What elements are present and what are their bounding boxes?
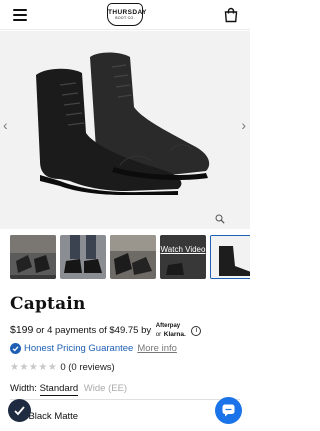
logo-text: THURSDAY — [108, 9, 147, 16]
rating-value: 0 — [60, 362, 66, 373]
klarna-logo: Klarna. — [163, 331, 186, 338]
guarantee-text: Honest Pricing Guarantee — [24, 343, 134, 354]
checkmark-badge-icon — [10, 343, 21, 354]
or-text: or — [155, 332, 162, 338]
chevron-right-icon[interactable]: › — [241, 117, 246, 133]
reviews-row[interactable]: ★★★★★ 0 (0 reviews) — [10, 362, 115, 373]
brand-logo[interactable]: THURSDAY BOOT CO. — [107, 3, 147, 26]
site-header: THURSDAY BOOT CO. — [0, 0, 250, 30]
shopping-bag-icon[interactable] — [223, 7, 239, 23]
magnifier-icon[interactable] — [215, 214, 225, 224]
checkmark-icon — [14, 406, 25, 416]
thumbnail-2[interactable] — [60, 235, 106, 279]
width-label: Width: — [10, 383, 37, 394]
chat-button[interactable] — [215, 397, 242, 424]
width-selector: Width: Standard Wide (EE) — [10, 383, 127, 396]
logo-subtext: BOOT CO. — [115, 16, 135, 20]
thumbnail-5[interactable] — [210, 235, 250, 279]
chevron-left-icon[interactable]: ‹ — [3, 117, 8, 133]
price-row: $199 or 4 payments of $49.75 by Afterpay… — [10, 322, 202, 339]
width-option-wide[interactable]: Wide (EE) — [84, 383, 127, 394]
verified-badge-button[interactable] — [8, 399, 31, 422]
star-rating-icon: ★★★★★ — [10, 362, 58, 373]
installments-text: or 4 payments of $49.75 by — [36, 325, 152, 337]
thumbnail-3[interactable] — [110, 235, 156, 279]
more-info-link[interactable]: More info — [137, 343, 177, 354]
product-title: Captain — [10, 294, 86, 314]
thumbnail-strip: Watch Video — [10, 235, 250, 279]
boots-image — [36, 52, 210, 195]
info-icon[interactable]: i — [191, 325, 202, 336]
review-count: (0 reviews) — [68, 362, 115, 373]
hamburger-menu-icon[interactable] — [13, 9, 27, 21]
chat-bubble-icon — [222, 404, 235, 417]
width-option-standard[interactable]: Standard — [39, 383, 79, 396]
thumbnail-video[interactable]: Watch Video — [160, 235, 206, 279]
product-image-main[interactable]: ‹ › — [0, 31, 250, 229]
bnpl-logos: Afterpay or Klarna. — [156, 322, 186, 339]
pricing-guarantee: Honest Pricing Guarantee More info — [10, 343, 177, 354]
color-value: Black Matte — [28, 411, 79, 422]
divider — [10, 399, 240, 400]
thumbnail-1[interactable] — [10, 235, 56, 279]
watch-video-link[interactable]: Watch Video — [160, 245, 206, 255]
price: $199 — [10, 324, 34, 337]
